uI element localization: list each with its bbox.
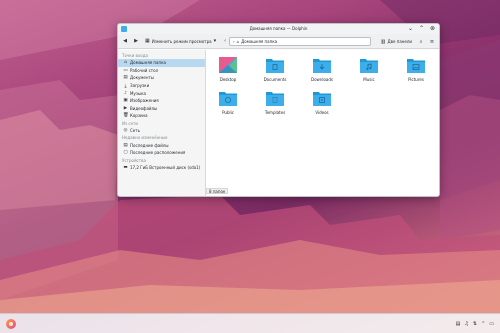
drive-icon: ▬ [123,164,128,170]
videos-folder-icon [312,88,332,108]
sidebar-item-home[interactable]: ⌂ Домашняя папка [118,59,205,67]
pictures-folder-icon [406,55,426,75]
file-name: Videos [315,110,329,115]
desktop-peek-icon[interactable]: ▭ [489,321,494,327]
sidebar-item-label: Документы [130,75,154,81]
file-item-videos[interactable]: Videos [307,88,337,115]
document-icon: ▤ [123,75,128,81]
network-icon: ◎ [123,128,128,134]
documents-folder-icon [265,55,285,75]
public-folder-icon [218,88,238,108]
split-view-button[interactable]: ▥ Две панели [379,37,414,46]
file-item-downloads[interactable]: Downloads [307,55,337,82]
file-item-templates[interactable]: Templates [260,88,290,115]
view-mode-button[interactable]: ▦ Изменить режим просмотра ▾ [143,37,218,46]
file-view[interactable]: Desktop Documents Downloads Music Pictur… [206,50,439,196]
file-name: Music [363,77,375,82]
sidebar-item-label: Сеть [130,128,140,134]
sidebar-item-network[interactable]: ◎ Сеть [118,127,205,135]
file-name: Downloads [311,77,333,82]
chevron-down-icon[interactable]: ⌄ [407,25,414,32]
window-titlebar[interactable]: Домашняя папка — Dolphin ⌄ ⌃ ⊗ [118,24,439,34]
templates-folder-icon [265,88,285,108]
clipboard-icon[interactable]: ▤ [456,321,461,327]
sidebar-item-music[interactable]: ♪ Музыка [118,89,205,97]
file-item-music[interactable]: Music [354,55,384,82]
sidebar-item-label: Последние файлы [130,142,169,148]
sidebar-item-recent-locations[interactable]: ▢ Последние расположения [118,149,205,157]
sidebar-item-label: Изображения [130,98,159,104]
music-icon: ♪ [124,90,127,96]
arrow-left-small-icon[interactable]: ‹ [221,37,229,46]
recent-files-icon: ▤ [123,142,128,148]
desktop-folder-icon [218,55,238,75]
file-name: Public [222,110,234,115]
close-icon[interactable]: ⊗ [429,25,436,32]
file-name: Documents [263,77,287,82]
recent-locations-icon: ▢ [123,150,128,156]
file-name: Pictures [408,77,424,82]
location-bar[interactable]: › ⌂ Домашняя папка [229,37,371,46]
main-toolbar: ◀ ▶ ▦ Изменить режим просмотра ▾ ‹ › ⌂ Д… [118,34,439,49]
file-manager-window: Домашняя папка — Dolphin ⌄ ⌃ ⊗ ◀ ▶ ▦ Изм… [117,23,440,197]
sidebar-item-pictures[interactable]: ▣ Изображения [118,97,205,105]
sidebar-item-recent-files[interactable]: ▤ Последние файлы [118,141,205,149]
file-item-desktop[interactable]: Desktop [213,55,243,82]
file-item-pictures[interactable]: Pictures [401,55,431,82]
sidebar-item-label: Рабочий стол [130,67,159,73]
search-icon[interactable]: ⌕ [417,37,425,46]
home-icon: ⌂ [124,60,127,66]
split-view-icon: ▥ [380,38,386,45]
sidebar-item-label: Музыка [130,90,146,96]
downloads-folder-icon [312,55,332,75]
window-title: Домашняя папка — Dolphin [249,26,308,31]
music-folder-icon [359,55,379,75]
hamburger-icon[interactable]: ≡ [428,37,436,46]
sidebar-item-documents[interactable]: ▤ Документы [118,74,205,82]
sidebar-item-label: Загрузки [130,83,150,89]
trash-icon: 🗑 [123,113,129,119]
sidebar-item-drive[interactable]: ▬ 17,2 ГиБ Встроенный диск (sda1) [118,164,205,172]
sidebar-section-devices: Устройства [122,157,146,163]
video-icon: ▶ [123,105,128,111]
sidebar-section-recent: Недавно изменённые [122,135,168,141]
split-view-label: Две панели [387,39,412,44]
arrow-left-icon[interactable]: ◀ [121,37,129,46]
chevron-up-icon[interactable]: ⌃ [418,25,425,32]
sidebar-item-label: Последние расположения [130,150,186,156]
sidebar-section-network: Из сети [122,120,138,126]
app-launcher-icon[interactable] [6,318,16,329]
sidebar-item-trash[interactable]: 🗑 Корзина [118,112,205,120]
file-name: Desktop [219,77,237,82]
system-tray: ▤ ♫ ⇅ ⌃ ▭ [456,321,494,327]
chevron-up-icon[interactable]: ⌃ [481,321,485,327]
file-item-public[interactable]: Public [213,88,243,115]
download-icon: ⤓ [124,83,127,89]
chevron-right-icon: › [233,39,235,44]
arrow-right-icon[interactable]: ▶ [132,37,140,46]
taskbar: ▤ ♫ ⇅ ⌃ ▭ [0,313,500,333]
volume-icon[interactable]: ♫ [464,321,468,327]
image-icon: ▣ [123,98,128,104]
network-tray-icon[interactable]: ⇅ [473,321,477,327]
chevron-down-icon: ▾ [213,38,217,44]
file-name: Templates [264,110,286,115]
status-bar: 8 папок [206,188,229,194]
sidebar-item-videos[interactable]: ▶ Видеофайлы [118,105,205,113]
view-mode-label: Изменить режим просмотра [151,38,212,44]
grid-icon: ▦ [145,38,150,44]
places-sidebar: Точки входа ⌂ Домашняя папка ▭ Рабочий с… [118,50,206,196]
sidebar-item-label: 17,2 ГиБ Встроенный диск (sda1) [130,164,201,170]
location-text: Домашняя папка [241,39,278,44]
sidebar-item-label: Домашняя папка [130,60,166,66]
sidebar-item-label: Корзина [130,113,148,119]
sidebar-item-label: Видеофайлы [130,105,158,111]
sidebar-item-desktop[interactable]: ▭ Рабочий стол [118,67,205,75]
sidebar-section-places: Точки входа [122,53,148,58]
file-item-documents[interactable]: Documents [260,55,290,82]
sidebar-item-downloads[interactable]: ⤓ Загрузки [118,82,205,90]
home-icon: ⌂ [236,39,240,44]
desktop-icon: ▭ [123,67,128,73]
